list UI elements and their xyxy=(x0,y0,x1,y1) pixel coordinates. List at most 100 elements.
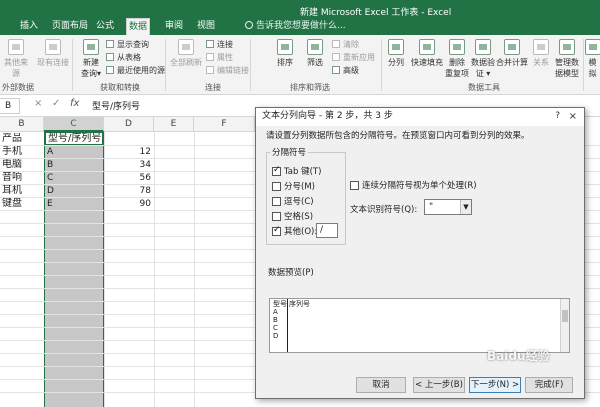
ribbon-tabs: 插入 页面布局 公式 数据 审阅 视图 告诉我您想要做什么... xyxy=(0,18,600,35)
new-query-icon xyxy=(83,39,99,55)
text-to-columns-button[interactable]: 分列 xyxy=(384,39,408,68)
tab-page-layout[interactable]: 页面布局 xyxy=(50,18,90,35)
finish-button[interactable]: 完成(F) xyxy=(525,377,573,393)
data-model-icon xyxy=(559,39,575,55)
column-header-c[interactable]: C xyxy=(44,117,104,132)
refresh-all-button[interactable]: 全部刷新 xyxy=(170,39,202,68)
cell-c3[interactable]: B xyxy=(45,159,103,172)
cell-d2[interactable]: 12 xyxy=(104,146,154,159)
clear-button[interactable]: 清除 xyxy=(332,39,359,50)
tab-review[interactable]: 审阅 xyxy=(163,18,185,35)
comma-checkbox[interactable]: 逗号(C) xyxy=(272,195,314,207)
fx-icon[interactable]: fx xyxy=(70,98,79,109)
cell-c6[interactable]: E xyxy=(45,198,103,211)
window-title: 新建 Microsoft Excel 工作表 - Excel xyxy=(300,8,452,18)
advanced-button[interactable]: 高级 xyxy=(332,65,359,76)
from-table-button[interactable]: 从表格 xyxy=(106,52,141,63)
cell-d6[interactable]: 90 xyxy=(104,198,154,211)
semicolon-checkbox[interactable]: 分号(M) xyxy=(272,180,315,192)
show-queries-button[interactable]: 显示查询 xyxy=(106,39,149,50)
cell-c2[interactable]: A xyxy=(45,146,103,159)
filter-button[interactable]: 筛选 xyxy=(304,39,326,68)
properties-button[interactable]: 属性 xyxy=(206,52,233,63)
what-if-button[interactable]: 模拟 xyxy=(585,39,600,79)
tab-view[interactable]: 视图 xyxy=(195,18,217,35)
cell-b5[interactable]: 耳机 xyxy=(0,185,44,198)
other-delimiter-input[interactable]: / xyxy=(316,223,338,238)
cell-d3[interactable]: 34 xyxy=(104,159,154,172)
next-button[interactable]: 下一步(N) > xyxy=(469,377,521,393)
cell-c4[interactable]: C xyxy=(45,172,103,185)
funnel-icon xyxy=(307,39,323,55)
cell-c1[interactable]: 型号/序列号 xyxy=(45,132,103,145)
column-header-e[interactable]: E xyxy=(154,117,194,132)
space-checkbox[interactable]: 空格(S) xyxy=(272,210,313,222)
other-sources-icon xyxy=(8,39,24,55)
preview-row: A xyxy=(273,308,278,316)
sort-button[interactable]: 排序 xyxy=(274,39,296,68)
column-header-d[interactable]: D xyxy=(104,117,154,132)
cell-b2[interactable]: 手机 xyxy=(0,146,44,159)
connections-button[interactable]: 连接 xyxy=(206,39,233,50)
cell-c5[interactable]: D xyxy=(45,185,103,198)
title-bar: 新建 Microsoft Excel 工作表 - Excel 插入 页面布局 公… xyxy=(0,0,600,35)
other-checkbox[interactable]: 其他(O): xyxy=(272,225,317,237)
remove-duplicates-button[interactable]: 删除 重复项 xyxy=(444,39,470,79)
back-button[interactable]: < 上一步(B) xyxy=(413,377,465,393)
cell-b6[interactable]: 键盘 xyxy=(0,198,44,211)
column-header-b[interactable]: B xyxy=(0,117,44,132)
cell-b3[interactable]: 电脑 xyxy=(0,159,44,172)
lightbulb-icon xyxy=(245,21,253,29)
recent-icon xyxy=(106,66,114,74)
column-header-f[interactable]: F xyxy=(194,117,255,132)
formula-input[interactable]: 型号/序列号 xyxy=(92,99,140,112)
manage-data-model-button[interactable]: 管理数 据模型 xyxy=(554,39,580,79)
delimiters-group-label: 分隔符号 xyxy=(270,146,309,158)
cell-b1[interactable]: 产品 xyxy=(0,133,44,146)
text-qualifier-select[interactable]: " ▼ xyxy=(424,199,472,215)
data-preview-box[interactable]: 型号 序列号 A B C D xyxy=(269,298,570,353)
tab-insert[interactable]: 插入 xyxy=(18,18,40,35)
dropdown-arrow-icon[interactable]: ▼ xyxy=(460,200,471,214)
edit-links-button[interactable]: 编辑链接 xyxy=(206,65,249,76)
enter-icon[interactable]: ✓ xyxy=(52,98,60,109)
cancel-button[interactable]: 取消 xyxy=(356,377,406,393)
reapply-button[interactable]: 重新应用 xyxy=(332,52,375,63)
cell-d1[interactable] xyxy=(104,133,154,146)
table-icon xyxy=(106,40,114,48)
new-query-button[interactable]: 新建 查询▾ xyxy=(78,39,104,79)
sort-icon xyxy=(277,39,293,55)
tab-checkbox[interactable]: Tab 键(T) xyxy=(272,165,321,177)
help-icon[interactable]: ? xyxy=(555,108,560,125)
split-icon xyxy=(388,39,404,55)
checkbox-icon xyxy=(350,181,359,190)
existing-connections-button[interactable]: 现有连接 xyxy=(37,39,69,68)
remove-duplicates-icon xyxy=(449,39,465,55)
flash-fill-button[interactable]: 快速填充 xyxy=(409,39,445,68)
link-icon xyxy=(206,40,214,48)
group-label-sort-filter: 排序和筛选 xyxy=(290,83,330,92)
consecutive-delimiters-checkbox[interactable]: 连续分隔符号视为单个处理(R) xyxy=(350,179,477,191)
consolidate-button[interactable]: 合并计算 xyxy=(495,39,529,68)
cell-d4[interactable]: 56 xyxy=(104,172,154,185)
flash-fill-icon xyxy=(419,39,435,55)
cell-b4[interactable]: 音响 xyxy=(0,172,44,185)
close-icon[interactable]: × xyxy=(569,108,577,125)
preview-scrollbar[interactable] xyxy=(560,299,569,352)
relationships-button[interactable]: 关系 xyxy=(530,39,552,68)
dialog-instruction: 请设置分列数据所包含的分隔符号。在预览窗口内可看到分列的效果。 xyxy=(266,131,530,141)
tell-me-box[interactable]: 告诉我您想要做什么... xyxy=(245,18,346,35)
scrollbar-thumb[interactable] xyxy=(562,310,568,322)
cell-d5[interactable]: 78 xyxy=(104,185,154,198)
name-box[interactable]: B xyxy=(0,98,20,114)
checkbox-checked-icon xyxy=(272,225,281,236)
recent-sources-button[interactable]: 最近使用的源 xyxy=(106,65,165,76)
checkbox-checked-icon xyxy=(272,165,281,176)
data-validation-button[interactable]: 数据验证 ▾ xyxy=(470,39,496,79)
tab-data[interactable]: 数据 xyxy=(126,18,151,35)
cancel-icon[interactable]: × xyxy=(34,98,42,109)
tab-formulas[interactable]: 公式 xyxy=(94,18,116,35)
other-sources-button[interactable]: 其他来源 xyxy=(2,39,30,79)
group-label-connections: 连接 xyxy=(205,83,221,92)
dialog-title: 文本分列向导 - 第 2 步，共 3 步 xyxy=(256,108,584,126)
